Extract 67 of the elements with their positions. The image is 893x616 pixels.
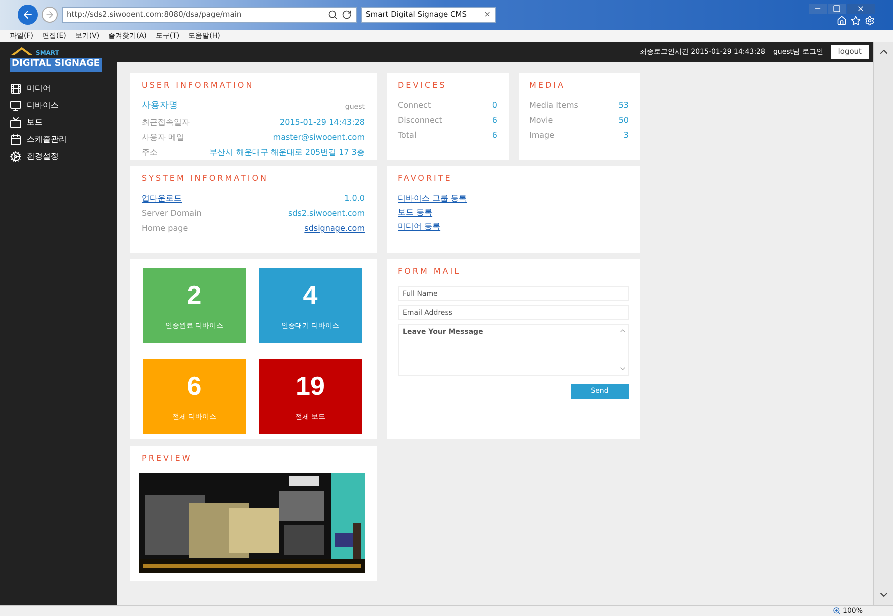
back-button[interactable] (18, 5, 38, 25)
screen-icon (10, 117, 22, 129)
row-value: 50 (618, 115, 629, 127)
minimize-button[interactable] (809, 4, 827, 14)
stat-number: 4 (303, 280, 318, 310)
maximize-icon (833, 5, 841, 13)
logo-text: DIGITAL SIGNAGE (10, 58, 102, 72)
back-arrow-icon (22, 9, 34, 21)
film-icon (10, 83, 22, 95)
row-link[interactable]: sdsignage.com (304, 223, 365, 235)
row-value: 6 (492, 130, 498, 142)
forward-arrow-icon (45, 10, 55, 20)
stat-number: 19 (296, 371, 325, 401)
user-name: 사용자명 (142, 100, 178, 113)
row-label: 최근접속일자 (142, 116, 190, 128)
row-value: 53 (618, 100, 629, 112)
row-label: Connect (398, 100, 432, 112)
settings-icon (10, 151, 22, 163)
zoom-icon[interactable] (832, 607, 841, 615)
favorite-link[interactable]: 디바이스 그룹 등록 (398, 193, 468, 205)
sidebar-item[interactable]: 미디어 (10, 83, 117, 95)
row-value: master@siwooent.com (273, 132, 365, 144)
star-icon[interactable] (851, 16, 861, 26)
card-title: FAVORITE (398, 173, 454, 185)
row-label: 주소 (142, 146, 158, 158)
row-label: Total (398, 130, 417, 142)
row-link[interactable]: 업다운로드 (142, 193, 182, 205)
row-value: 2015-01-29 14:43:28 (280, 116, 365, 128)
card-title: SYSTEM INFORMATION (142, 173, 270, 185)
row-label: Disconnect (398, 115, 442, 127)
favorite-link[interactable]: 미디어 등록 (398, 221, 441, 233)
settings-icon[interactable] (865, 16, 875, 26)
roof-icon (10, 45, 34, 57)
maximize-button[interactable] (828, 4, 846, 14)
row-label: 사용자 메일 (142, 132, 185, 144)
refresh-icon[interactable] (342, 10, 352, 20)
card-title: USER INFORMATION (142, 80, 256, 92)
home-icon[interactable] (837, 16, 847, 26)
sidebar-item[interactable]: 보드 (10, 117, 117, 129)
favorite-link[interactable]: 보드 등록 (398, 207, 433, 219)
row-label: Image (530, 130, 555, 142)
search-icon[interactable] (328, 10, 338, 20)
row-label: Movie (530, 115, 554, 127)
row-value: 0 (492, 100, 498, 112)
row-value: 6 (492, 115, 498, 127)
stat-number: 6 (187, 371, 202, 401)
monitor-icon (10, 100, 22, 112)
calendar-icon (10, 134, 22, 146)
close-icon (857, 5, 865, 13)
sidebar-item[interactable]: 디바이스 (10, 100, 117, 112)
row-value: 1.0.0 (344, 193, 365, 205)
row-value: sds2.siwooent.com (288, 208, 365, 220)
row-value: 부산시 해운대구 해운대로 205번길 17 3층 (210, 146, 365, 158)
close-button[interactable] (847, 4, 875, 14)
card-title: MEDIA (530, 80, 566, 92)
row-label: Server Domain (142, 208, 202, 220)
row-label: Home page (142, 223, 188, 235)
sidebar-item[interactable]: 스케줄관리 (10, 134, 117, 146)
scrollbar[interactable] (873, 42, 893, 605)
row-label: Media Items (530, 100, 578, 112)
tab-close[interactable]: × (484, 9, 491, 21)
row-value: 3 (624, 130, 629, 142)
card-title: PREVIEW (142, 453, 194, 465)
card-title: FORM MAIL (398, 266, 462, 278)
sidebar-item[interactable]: 환경설정 (10, 151, 117, 163)
card-title: DEVICES (398, 80, 448, 92)
stat-number: 2 (187, 280, 202, 310)
